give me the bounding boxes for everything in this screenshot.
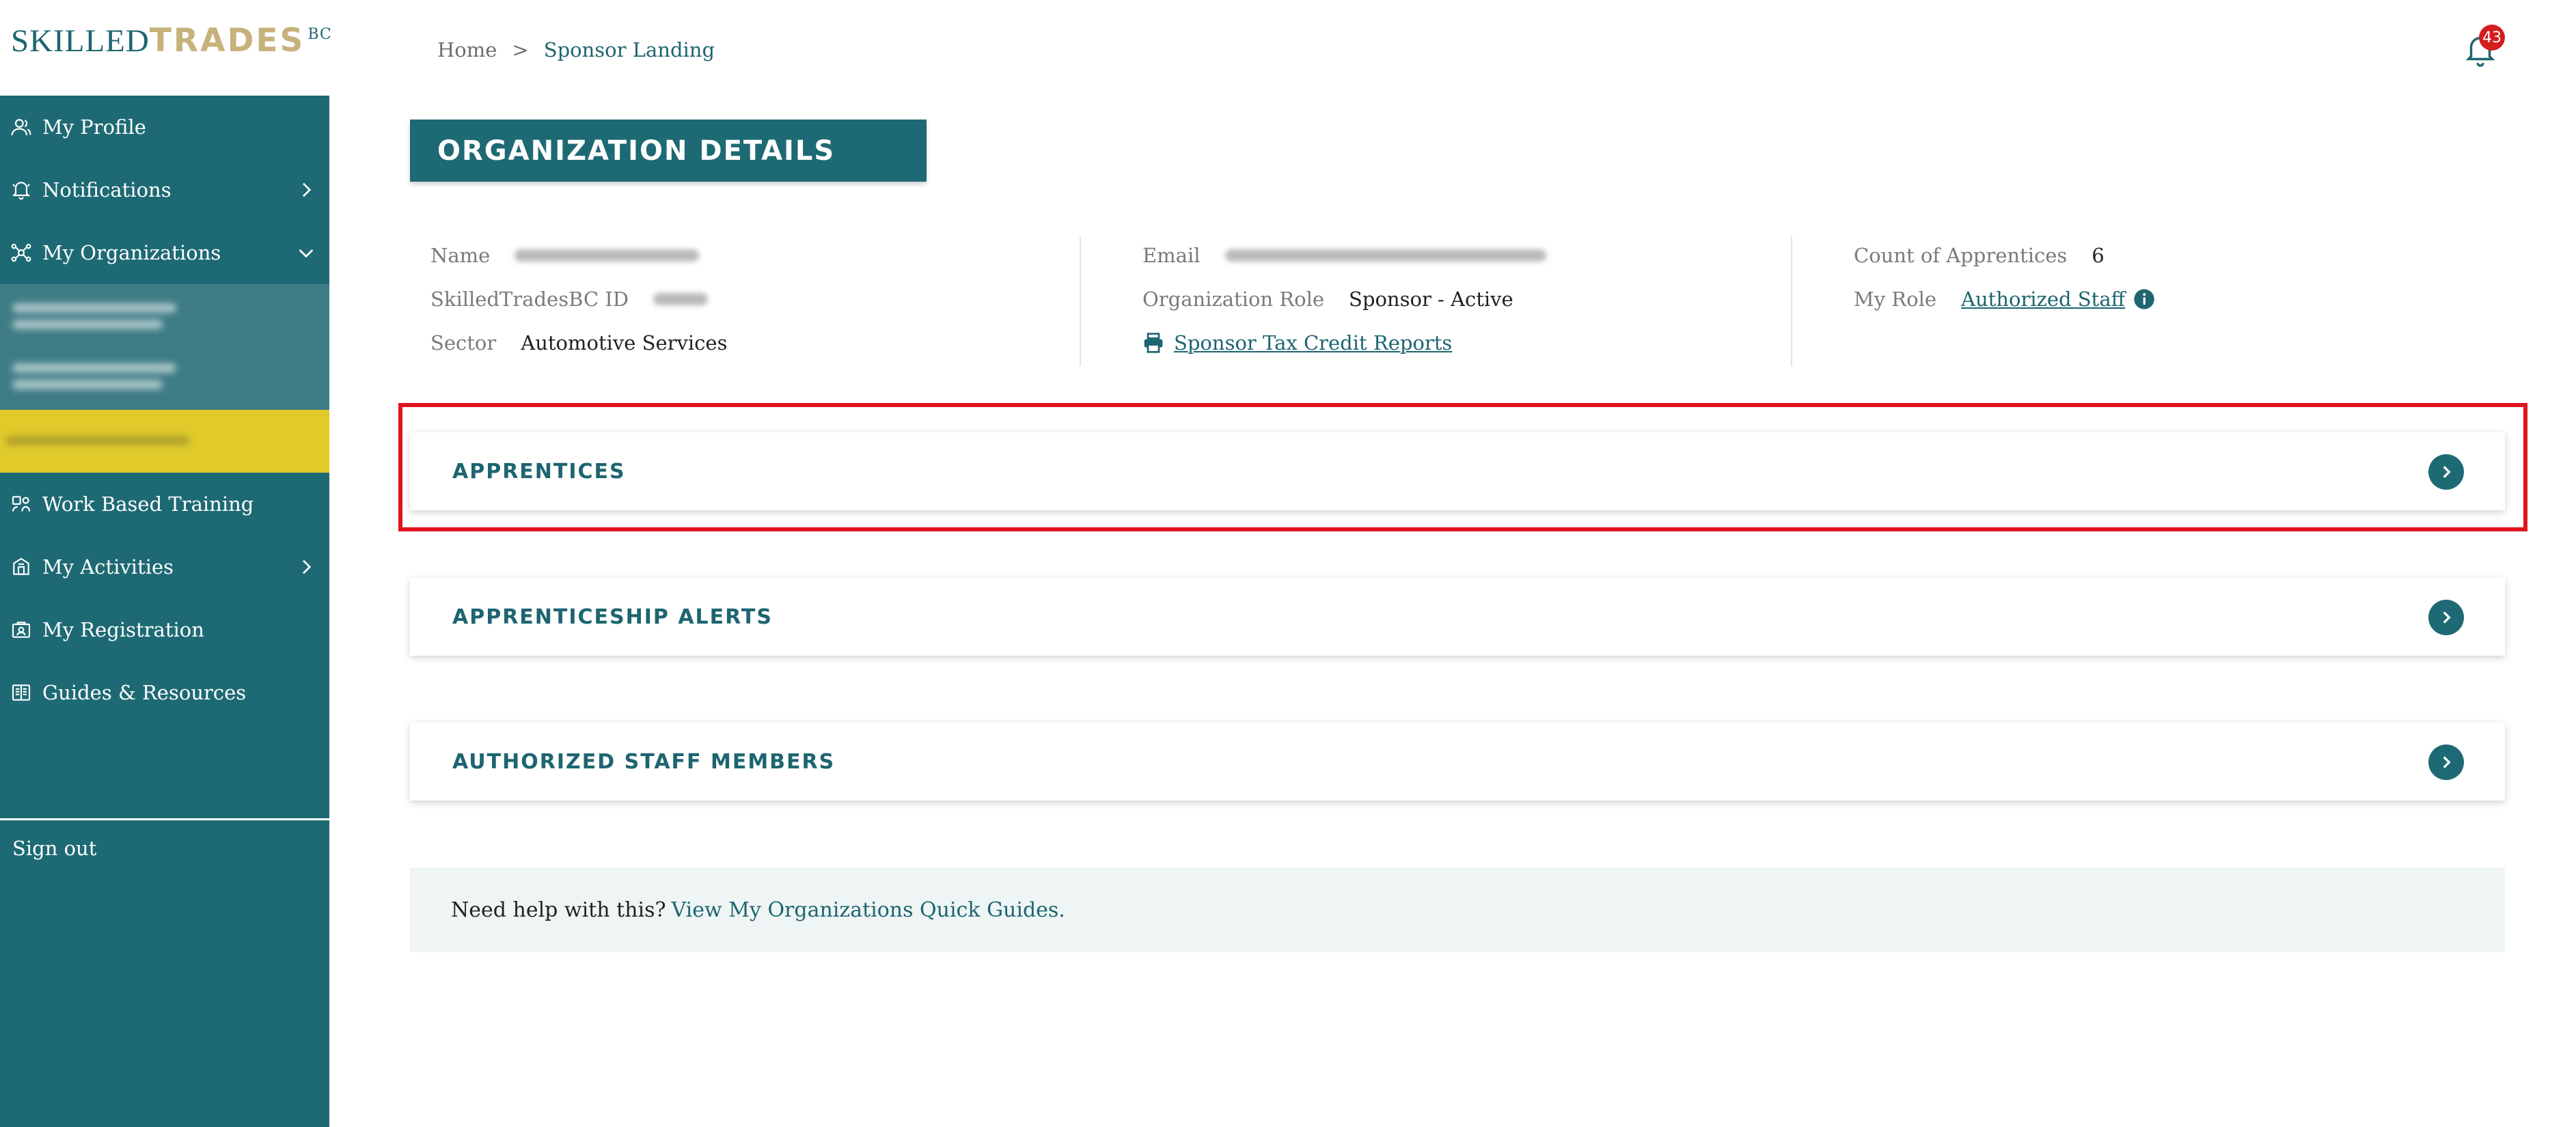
chevron-right-icon[interactable] — [2428, 600, 2464, 635]
sidebar-item-label: Guides & Resources — [42, 681, 247, 704]
detail-label: Organization Role — [1142, 288, 1325, 311]
tax-credit-report-row: Sponsor Tax Credit Reports — [1142, 321, 1546, 365]
redacted-text — [12, 363, 176, 373]
authorized-staff-members-section[interactable]: AUTHORIZED STAFF MEMBERS — [410, 723, 2505, 801]
sponsor-tax-credit-reports-link[interactable]: Sponsor Tax Credit Reports — [1174, 331, 1452, 354]
network-icon — [10, 241, 33, 264]
chevron-right-icon — [303, 559, 312, 574]
chevron-right-icon[interactable] — [2428, 454, 2464, 490]
sidebar-item-my-activities[interactable]: My Activities — [0, 535, 329, 598]
redacted-email-value — [1224, 249, 1546, 262]
logo-text-trades: TRADES — [149, 22, 305, 59]
detail-label: My Role — [1854, 288, 1937, 311]
redacted-text — [5, 436, 190, 445]
organization-subitem-2[interactable] — [0, 347, 329, 410]
detail-role-row: Organization Role Sponsor - Active — [1142, 277, 1546, 321]
chevron-right-icon — [303, 182, 312, 197]
authorized-staff-link[interactable]: Authorized Staff — [1961, 288, 2125, 311]
sidebar-item-label: Work Based Training — [42, 492, 254, 516]
chevron-down-icon — [299, 249, 314, 258]
section-title: APPRENTICESHIP ALERTS — [452, 604, 773, 629]
details-column-1: Name SkilledTradesBC ID Sector Automotiv… — [430, 234, 727, 365]
skilledtradesbc-logo[interactable]: SKILLEDTRADES BC — [11, 22, 332, 59]
column-divider — [1080, 236, 1081, 366]
detail-sector-row: Sector Automotive Services — [430, 321, 727, 365]
breadcrumb-current: Sponsor Landing — [543, 38, 715, 61]
help-question: Need help with this? — [451, 898, 666, 922]
breadcrumb-separator: > — [512, 38, 529, 61]
logo-bar: SKILLEDTRADES BC — [0, 0, 332, 96]
section-title: AUTHORIZED STAFF MEMBERS — [452, 749, 836, 774]
training-icon — [10, 492, 33, 516]
sign-out-link[interactable]: Sign out — [12, 837, 96, 860]
quick-guides-link[interactable]: View My Organizations Quick Guides. — [672, 898, 1065, 922]
sidebar-item-label: My Activities — [42, 555, 174, 579]
details-column-3: Count of Apprentices 6 My Role Authorize… — [1854, 234, 2155, 321]
sidebar-item-my-registration[interactable]: My Registration — [0, 598, 329, 661]
detail-label: Sector — [430, 331, 497, 354]
printer-icon — [1144, 333, 1163, 353]
sidebar-item-label: My Profile — [42, 115, 146, 139]
redacted-name-value — [515, 249, 700, 262]
sidebar-item-label: My Registration — [42, 618, 204, 641]
sidebar-divider — [0, 818, 329, 820]
logo-text-bc: BC — [307, 26, 332, 43]
help-banner: Need help with this? View My Organizatio… — [410, 867, 2505, 952]
user-icon — [10, 115, 33, 139]
detail-count-row: Count of Apprentices 6 — [1854, 234, 2155, 277]
detail-my-role-row: My Role Authorized Staff — [1854, 277, 2155, 321]
activities-icon — [10, 555, 33, 579]
sidebar-item-notifications[interactable]: Notifications — [0, 158, 329, 221]
page-title: ORGANIZATION DETAILS — [410, 120, 927, 182]
detail-value: 6 — [2092, 244, 2105, 267]
redacted-text — [12, 303, 176, 313]
detail-label: SkilledTradesBC ID — [430, 288, 629, 311]
breadcrumb: Home > Sponsor Landing — [437, 38, 715, 61]
redacted-text — [12, 380, 163, 389]
apprenticeship-alerts-section[interactable]: APPRENTICESHIP ALERTS — [410, 578, 2505, 656]
column-divider — [1791, 236, 1792, 366]
detail-label: Email — [1142, 244, 1201, 267]
sidebar-item-label: Notifications — [42, 178, 172, 201]
registration-icon — [10, 618, 33, 641]
detail-label: Name — [430, 244, 491, 267]
redacted-text — [12, 320, 163, 329]
sidebar-item-guides-resources[interactable]: Guides & Resources — [0, 661, 329, 724]
section-title: APPRENTICES — [452, 459, 626, 484]
bell-icon — [10, 178, 33, 201]
book-icon — [10, 681, 33, 704]
apprentices-section[interactable]: APPRENTICES — [410, 432, 2505, 510]
detail-value: Sponsor - Active — [1349, 288, 1513, 311]
sidebar-item-my-organizations[interactable]: My Organizations — [0, 221, 329, 284]
organization-subitem-active[interactable] — [0, 410, 329, 473]
sidebar: My Profile Notifications My Organization… — [0, 96, 329, 1127]
detail-id-row: SkilledTradesBC ID — [430, 277, 727, 321]
sidebar-item-label: My Organizations — [42, 241, 221, 264]
sidebar-item-work-based-training[interactable]: Work Based Training — [0, 473, 329, 535]
logo-text-skilled: SKILLED — [11, 23, 150, 59]
organization-subitem-1[interactable] — [0, 284, 329, 347]
sidebar-item-my-profile[interactable]: My Profile — [0, 96, 329, 158]
detail-value: Automotive Services — [521, 331, 728, 354]
details-column-2: Email Organization Role Sponsor - Active… — [1142, 234, 1546, 365]
info-icon[interactable] — [2133, 288, 2155, 310]
chevron-right-icon[interactable] — [2428, 745, 2464, 780]
detail-label: Count of Apprentices — [1854, 244, 2068, 267]
detail-name-row: Name — [430, 234, 727, 277]
redacted-id-value — [653, 293, 709, 305]
detail-email-row: Email — [1142, 234, 1546, 277]
notification-count-badge: 43 — [2479, 25, 2505, 51]
breadcrumb-home[interactable]: Home — [437, 38, 497, 61]
